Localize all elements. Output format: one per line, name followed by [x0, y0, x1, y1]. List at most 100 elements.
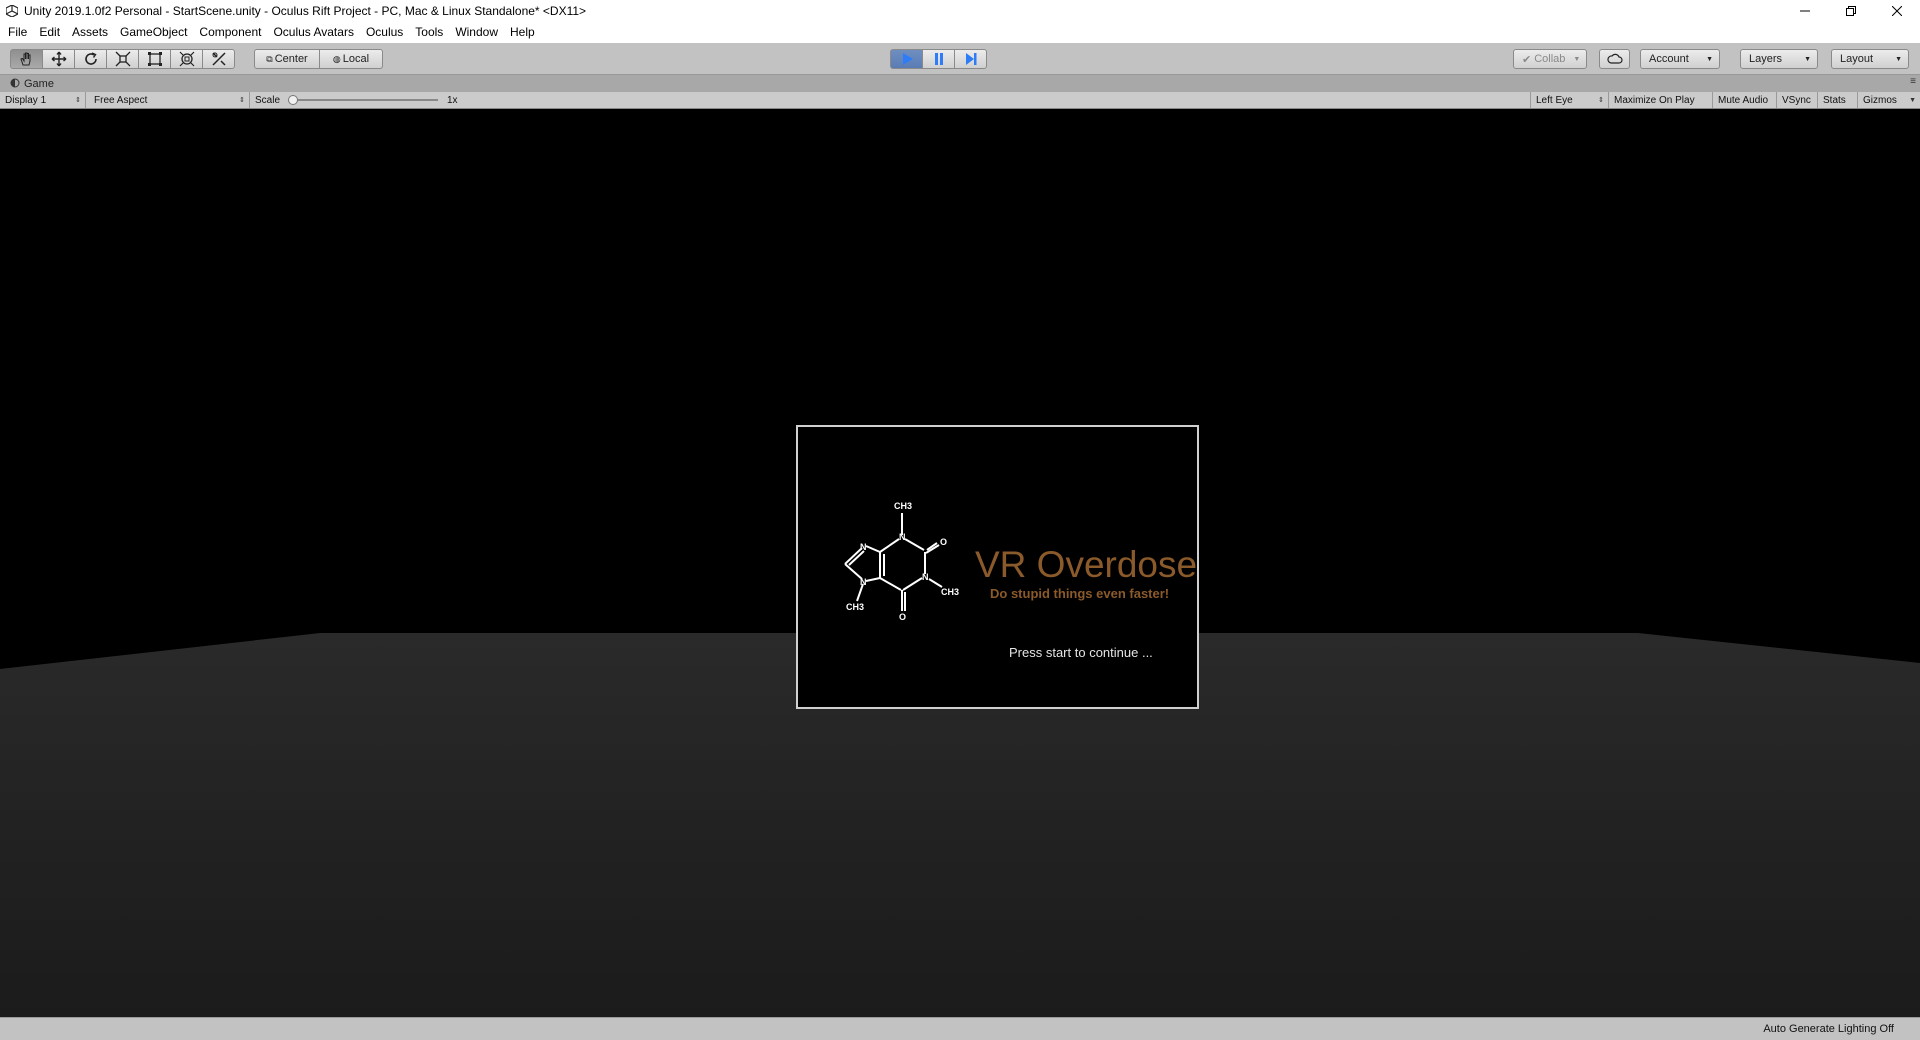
pivot-center-button[interactable]: ⧉ Center	[254, 49, 320, 69]
pivot-local-button[interactable]: ◍ Local	[319, 49, 383, 69]
pivot-toggles: ⧉ Center ◍ Local	[254, 49, 383, 69]
transform-tool-icon[interactable]	[170, 49, 203, 69]
scale-tool-icon[interactable]	[106, 49, 139, 69]
cloud-icon	[1606, 53, 1623, 64]
title-bar: Unity 2019.1.0f2 Personal - StartScene.u…	[0, 0, 1920, 22]
menu-assets[interactable]: Assets	[66, 22, 114, 43]
molecule-label-n3: N	[860, 542, 867, 552]
close-icon[interactable]	[1874, 0, 1920, 22]
molecule-label-ch3-right: CH3	[941, 587, 959, 597]
step-button[interactable]	[954, 49, 987, 69]
collab-dropdown[interactable]: ✔ Collab ▼	[1513, 49, 1587, 69]
molecule-label-n2: N	[922, 572, 929, 582]
aspect-label: Free Aspect	[94, 94, 148, 106]
transform-tools	[10, 49, 235, 69]
check-icon: ✔	[1522, 53, 1532, 66]
custom-tool-icon[interactable]	[202, 49, 235, 69]
scale-label: Scale	[255, 94, 281, 106]
menu-window[interactable]: Window	[449, 22, 504, 43]
collab-label: Collab	[1534, 53, 1566, 65]
molecule-label-n1: N	[899, 532, 906, 542]
rect-tool-icon[interactable]	[138, 49, 171, 69]
menu-file[interactable]: File	[2, 22, 33, 43]
display-label: Display 1	[5, 94, 47, 106]
mute-audio-toggle[interactable]: Mute Audio	[1713, 92, 1777, 108]
game-view-toolbar: Display 1 ⇕ Free Aspect ⇕ Scale 1x Left …	[0, 92, 1920, 109]
tab-game[interactable]: Game	[4, 76, 60, 92]
gizmos-dropdown[interactable]: Gizmos ▼	[1858, 92, 1920, 108]
updown-caret-icon: ⇕	[75, 97, 81, 104]
layout-label: Layout	[1840, 53, 1874, 65]
layers-label: Layers	[1749, 53, 1783, 65]
scale-slider-track[interactable]	[290, 99, 438, 101]
game-controller-icon	[10, 78, 20, 91]
splash-screen-panel: CH3 N O N CH3 N N CH3 O VR Overdose Do s…	[796, 425, 1199, 709]
restore-icon[interactable]	[1828, 0, 1874, 22]
menu-component[interactable]: Component	[193, 22, 267, 43]
game-viewport[interactable]: CH3 N O N CH3 N N CH3 O VR Overdose Do s…	[0, 109, 1920, 1017]
unity-logo-icon	[4, 3, 20, 19]
aspect-dropdown[interactable]: Free Aspect ⇕	[89, 92, 250, 108]
menu-bar: File Edit Assets GameObject Component Oc…	[0, 22, 1920, 43]
pivot-label: Center	[274, 53, 308, 65]
display-dropdown[interactable]: Display 1 ⇕	[0, 92, 86, 108]
hand-tool-icon[interactable]	[10, 49, 43, 69]
molecule-label-ch3-top: CH3	[894, 501, 912, 511]
eye-label: Left Eye	[1536, 94, 1573, 106]
rotate-tool-icon[interactable]	[74, 49, 107, 69]
pivot-icon: ⧉	[266, 53, 273, 64]
updown-caret-icon: ⇕	[239, 97, 245, 104]
molecule-label-o2: O	[899, 612, 906, 622]
caffeine-molecule-icon: CH3 N O N CH3 N N CH3 O	[844, 501, 959, 622]
eye-dropdown[interactable]: Left Eye ⇕	[1530, 92, 1609, 108]
window-title: Unity 2019.1.0f2 Personal - StartScene.u…	[24, 4, 587, 18]
chevron-down-icon: ▼	[1804, 55, 1811, 63]
account-label: Account	[1649, 53, 1689, 65]
splash-prompt: Press start to continue ...	[1009, 645, 1153, 660]
lighting-status: Auto Generate Lighting Off	[1763, 1023, 1894, 1035]
game-tab-strip: Game ≡	[0, 75, 1920, 92]
scale-value: 1x	[442, 92, 463, 108]
chevron-down-icon: ▼	[1706, 55, 1713, 63]
gizmos-label: Gizmos	[1863, 94, 1897, 106]
cloud-button[interactable]	[1599, 49, 1630, 69]
play-button[interactable]	[890, 49, 923, 69]
pause-button[interactable]	[922, 49, 955, 69]
local-space-icon: ◍	[332, 53, 341, 64]
game-tab-label: Game	[24, 78, 54, 90]
menu-gameobject[interactable]: GameObject	[114, 22, 193, 43]
menu-help[interactable]: Help	[504, 22, 541, 43]
splash-title: VR Overdose	[975, 544, 1198, 585]
mute-label: Mute Audio	[1718, 94, 1769, 106]
move-tool-icon[interactable]	[42, 49, 75, 69]
stats-label: Stats	[1823, 94, 1846, 106]
space-label: Local	[342, 53, 370, 65]
chevron-down-icon: ▼	[1573, 55, 1581, 63]
minimize-icon[interactable]	[1782, 0, 1828, 22]
menu-tools[interactable]: Tools	[409, 22, 449, 43]
tab-options-icon[interactable]: ≡	[1910, 76, 1916, 87]
account-dropdown[interactable]: Account ▼	[1640, 49, 1720, 69]
maximize-label: Maximize On Play	[1614, 94, 1695, 106]
scale-value-text: 1x	[447, 94, 458, 106]
menu-edit[interactable]: Edit	[33, 22, 66, 43]
status-bar: Auto Generate Lighting Off	[0, 1017, 1920, 1040]
menu-oculus-avatars[interactable]: Oculus Avatars	[267, 22, 359, 43]
main-toolbar: ⧉ Center ◍ Local ✔ Collab ▼ Account ▼ La…	[0, 43, 1920, 75]
molecule-label-n4: N	[860, 577, 867, 587]
vsync-toggle[interactable]: VSync	[1777, 92, 1818, 108]
vsync-label: VSync	[1782, 94, 1811, 106]
layers-dropdown[interactable]: Layers ▼	[1740, 49, 1818, 69]
play-controls	[890, 49, 987, 69]
chevron-down-icon: ▼	[1895, 55, 1902, 63]
layout-dropdown[interactable]: Layout ▼	[1831, 49, 1909, 69]
molecule-label-o1: O	[940, 537, 947, 547]
stats-toggle[interactable]: Stats	[1818, 92, 1858, 108]
chevron-down-icon: ▼	[1909, 96, 1916, 104]
menu-oculus[interactable]: Oculus	[360, 22, 409, 43]
scale-slider-knob[interactable]	[288, 95, 298, 105]
maximize-on-play-toggle[interactable]: Maximize On Play	[1609, 92, 1713, 108]
splash-tagline: Do stupid things even faster!	[990, 586, 1170, 601]
molecule-label-ch3-left: CH3	[846, 602, 864, 612]
updown-caret-icon: ⇕	[1598, 97, 1604, 104]
